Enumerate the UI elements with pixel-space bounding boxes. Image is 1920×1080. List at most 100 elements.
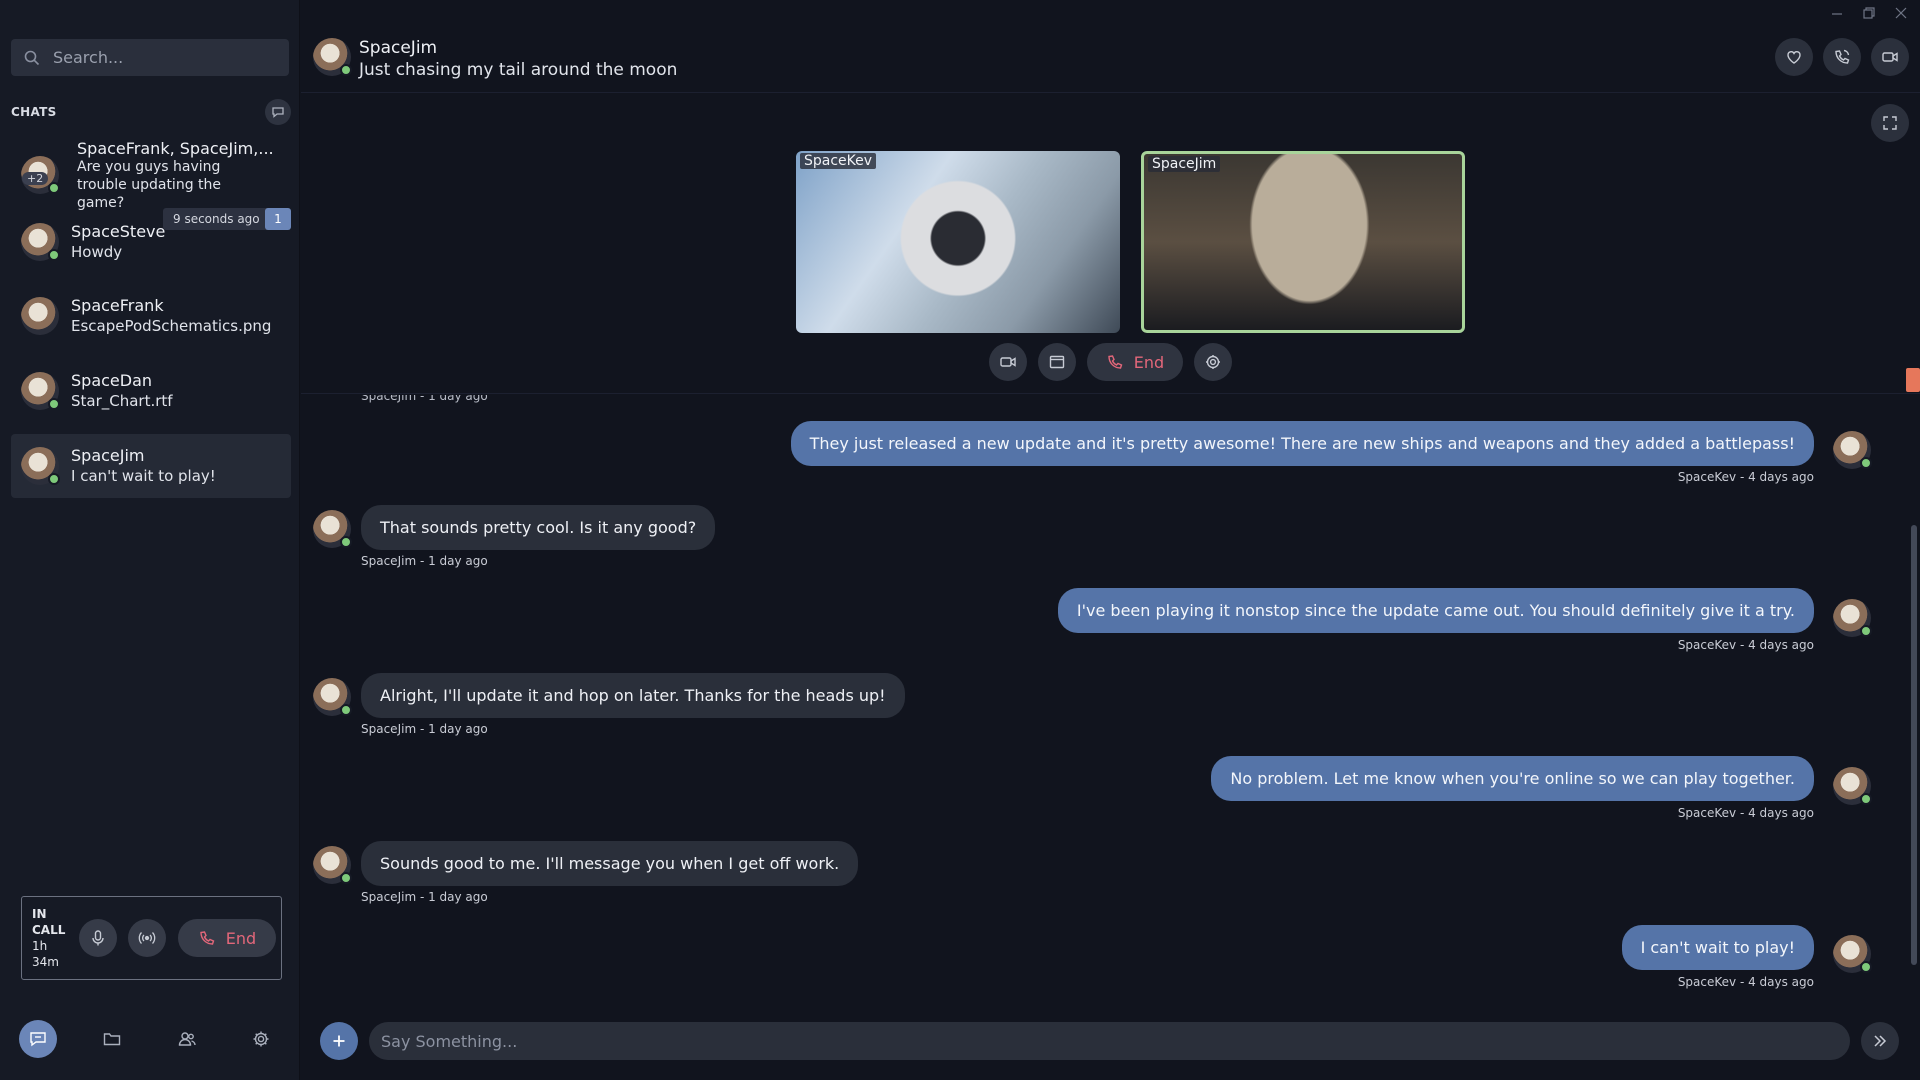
- attach-button[interactable]: [320, 1022, 358, 1060]
- message-bubble-outgoing[interactable]: They just released a new update and it's…: [790, 421, 1814, 466]
- message-bubble-incoming[interactable]: Alright, I'll update it and hop on later…: [361, 673, 905, 718]
- avatar: [1833, 599, 1872, 637]
- video-call-area: SpaceKev SpaceJim End: [301, 94, 1920, 394]
- broadcast-button[interactable]: [128, 919, 166, 957]
- online-indicator: [48, 473, 60, 485]
- fullscreen-button[interactable]: [1871, 104, 1909, 142]
- chat-icon: [28, 1029, 48, 1049]
- call-settings-button[interactable]: [1194, 343, 1232, 381]
- chat-name: SpaceJim: [71, 446, 145, 465]
- chat-last-message: Are you guys having trouble updating the…: [77, 159, 222, 211]
- chat-list-item[interactable]: SpaceDan Star_Chart.rtf: [11, 359, 291, 423]
- message-meta: SpaceJim - 1 day ago: [361, 890, 488, 904]
- video-tile-spacejim[interactable]: SpaceJim: [1141, 151, 1465, 333]
- contact-status: Just chasing my tail around the moon: [359, 60, 678, 80]
- avatar: [21, 372, 60, 410]
- sidebar: CHATS SpaceFrank, SpaceJim,... Are you g…: [0, 0, 300, 1080]
- chat-list-item[interactable]: SpaceFrank EscapePodSchematics.png: [11, 284, 291, 348]
- message-bubble-incoming[interactable]: Sounds good to me. I'll message you when…: [361, 841, 859, 886]
- video-tile-label: SpaceJim: [1148, 156, 1221, 172]
- online-indicator: [1860, 961, 1872, 973]
- gear-icon: [1204, 353, 1222, 371]
- end-call-button[interactable]: End: [178, 919, 276, 957]
- message-meta: SpaceJim - 1 day ago: [361, 554, 488, 568]
- end-call-button[interactable]: End: [1087, 343, 1183, 381]
- message-input[interactable]: [369, 1022, 1850, 1060]
- call-label: IN CALL: [32, 907, 66, 937]
- online-indicator: [1860, 793, 1872, 805]
- plus-icon: [331, 1033, 347, 1049]
- search-input[interactable]: [53, 48, 273, 67]
- message-meta: SpaceKev - 4 days ago: [1677, 975, 1814, 989]
- users-icon: [177, 1029, 197, 1049]
- call-status: IN CALL 1h 34m: [32, 906, 68, 970]
- video-tile-spacekev[interactable]: SpaceKev: [796, 151, 1120, 333]
- chat-last-message: Howdy: [71, 243, 123, 261]
- contact-avatar[interactable]: [313, 38, 352, 76]
- video-camera-icon: [999, 353, 1017, 371]
- message-bubble-outgoing[interactable]: No problem. Let me know when you're onli…: [1211, 756, 1814, 801]
- heart-icon: [1785, 48, 1803, 66]
- message-bubble-incoming[interactable]: That sounds pretty cool. Is it any good?: [361, 505, 716, 550]
- avatar: [1833, 767, 1872, 805]
- share-screen-button[interactable]: [1038, 343, 1076, 381]
- chats-label: CHATS: [11, 105, 57, 119]
- mute-button[interactable]: [79, 919, 117, 957]
- chat-last-message: I can't wait to play!: [71, 467, 216, 485]
- avatar: [21, 447, 60, 485]
- message-bubble-outgoing[interactable]: I've been playing it nonstop since the u…: [1057, 588, 1814, 633]
- video-call-button[interactable]: [1871, 38, 1909, 76]
- avatar: [313, 678, 352, 716]
- nav-files-button[interactable]: [93, 1020, 131, 1058]
- chat-bubble-icon: [271, 105, 285, 119]
- avatar: [1833, 431, 1872, 469]
- nav-settings-button[interactable]: [242, 1020, 280, 1058]
- toggle-camera-button[interactable]: [989, 343, 1027, 381]
- end-call-label: End: [225, 928, 257, 948]
- avatar: [21, 297, 59, 335]
- avatar: [313, 510, 352, 548]
- chat-last-message: Star_Chart.rtf: [71, 392, 173, 410]
- contact-name: SpaceJim: [359, 38, 438, 58]
- expand-icon: [1882, 115, 1898, 131]
- chat-list-item-active[interactable]: SpaceJim I can't wait to play!: [11, 434, 291, 498]
- send-button[interactable]: [1861, 1022, 1899, 1060]
- voice-call-button[interactable]: [1823, 38, 1861, 76]
- search-icon: [23, 49, 41, 67]
- nav-friends-button[interactable]: [168, 1020, 206, 1058]
- phone-icon: [1106, 353, 1124, 371]
- phone-icon: [1833, 48, 1851, 66]
- microphone-icon: [89, 929, 107, 947]
- online-indicator: [48, 398, 60, 410]
- online-indicator: [340, 536, 352, 548]
- online-indicator: [340, 704, 352, 716]
- chat-name: SpaceFrank, SpaceJim,...: [77, 139, 274, 158]
- online-indicator: [48, 249, 60, 261]
- bottom-nav: [0, 1020, 300, 1060]
- search-box[interactable]: [11, 39, 289, 76]
- folder-icon: [102, 1029, 122, 1049]
- chats-header: CHATS: [11, 99, 291, 125]
- chat-list-item[interactable]: SpaceFrank, SpaceJim,... Are you guys ha…: [11, 139, 291, 211]
- call-duration: 1h 34m: [32, 939, 59, 969]
- chat-list-item[interactable]: SpaceSteve Howdy: [11, 210, 291, 274]
- online-indicator: [340, 872, 352, 884]
- side-tab-handle[interactable]: [1906, 368, 1920, 392]
- new-chat-button[interactable]: [265, 99, 291, 125]
- chat-name: SpaceDan: [71, 371, 153, 390]
- screen-icon: [1048, 353, 1066, 371]
- gear-icon: [251, 1029, 271, 1049]
- message-meta: SpaceJim - 1 day ago: [361, 722, 488, 736]
- in-call-widget: IN CALL 1h 34m End: [21, 896, 282, 980]
- message-meta: SpaceKev - 4 days ago: [1677, 806, 1814, 820]
- broadcast-icon: [138, 929, 156, 947]
- group-count-badge: +2: [22, 172, 49, 185]
- video-camera-icon: [1881, 48, 1899, 66]
- favorite-button[interactable]: [1775, 38, 1813, 76]
- message-scrollbar[interactable]: [1911, 525, 1917, 965]
- message-meta: SpaceJim - 1 day ago: [361, 395, 488, 403]
- video-controls: End: [989, 343, 1232, 381]
- message-bubble-outgoing[interactable]: I can't wait to play!: [1621, 925, 1814, 970]
- nav-chats-button[interactable]: [19, 1020, 57, 1058]
- message-composer: [301, 1020, 1920, 1060]
